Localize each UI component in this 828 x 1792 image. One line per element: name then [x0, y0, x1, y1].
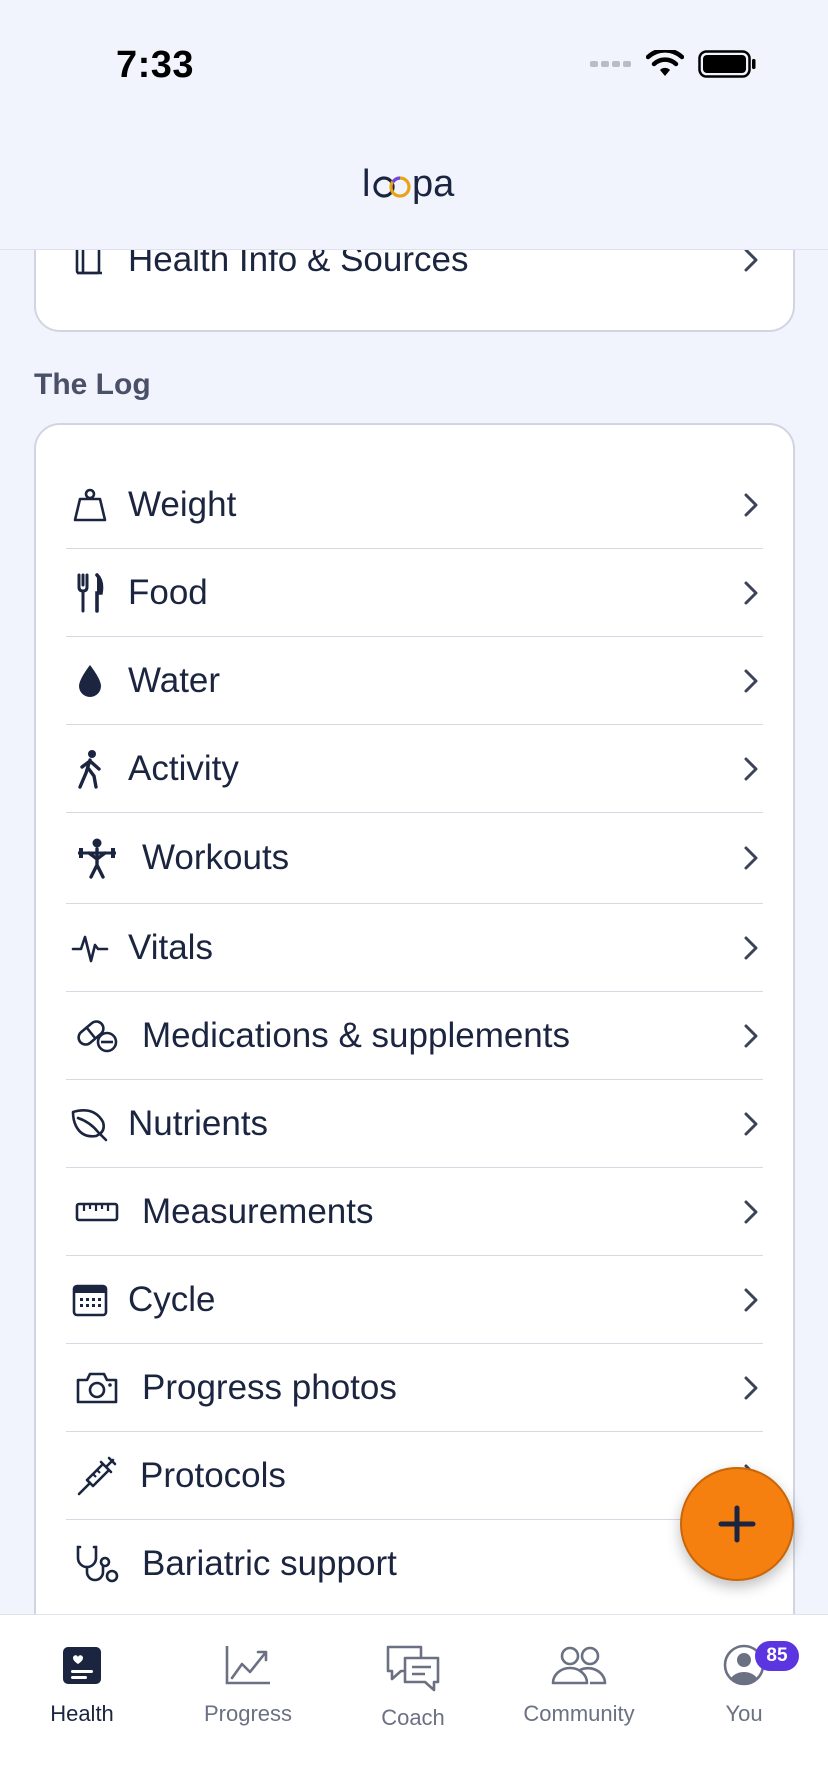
log-item-label: Activity [128, 748, 239, 788]
notification-badge: 85 [755, 1641, 799, 1671]
water-drop-icon [66, 657, 114, 705]
chevron-right-icon [739, 248, 763, 272]
chevron-right-icon [739, 1200, 763, 1224]
tab-label: Coach [381, 1705, 445, 1730]
chevron-right-icon [739, 936, 763, 960]
pulse-icon [66, 924, 114, 972]
chevron-right-icon [739, 757, 763, 781]
weight-icon [66, 481, 114, 529]
log-item-label: Weight [128, 484, 237, 524]
log-item-label: Water [128, 660, 221, 700]
plus-icon [718, 1505, 756, 1543]
chevron-right-icon [739, 669, 763, 693]
log-item-label: Medications & supplements [142, 1015, 570, 1055]
chevron-right-icon [739, 581, 763, 605]
tab-community[interactable]: Community [514, 1637, 644, 1727]
tab-label: Community [523, 1701, 635, 1726]
syringe-icon [66, 1452, 126, 1500]
log-item-label: Food [128, 572, 208, 612]
tab-bar: Health Progress Coach Community 85 You [0, 1614, 828, 1792]
log-item-label: Protocols [140, 1455, 286, 1495]
tab-label: Progress [203, 1701, 293, 1726]
calendar-icon [66, 1276, 114, 1324]
log-card: Weight Food Water Activity Workouts Vita… [34, 423, 795, 1792]
chevron-right-icon [739, 1288, 763, 1312]
chart-icon [224, 1637, 272, 1693]
ruler-icon [66, 1188, 128, 1236]
chat-icon [383, 1641, 443, 1697]
chevron-right-icon [739, 493, 763, 517]
log-item-label: Cycle [128, 1279, 216, 1319]
log-item-label: Measurements [142, 1191, 374, 1231]
log-item-weight[interactable]: Weight [66, 461, 763, 549]
log-item-activity[interactable]: Activity [66, 725, 763, 813]
app-logo: l pa [0, 162, 828, 221]
weightlifter-icon [66, 834, 128, 882]
log-item-bariatric-support[interactable]: Bariatric support [66, 1520, 763, 1608]
svg-text:l: l [362, 163, 370, 205]
log-item-label: Progress photos [142, 1367, 397, 1407]
log-item-vitals[interactable]: Vitals [66, 904, 763, 992]
log-item-progress-photos[interactable]: Progress photos [66, 1344, 763, 1432]
tab-progress[interactable]: Progress [183, 1637, 313, 1727]
leaf-icon [66, 1100, 114, 1148]
tab-label: Health [50, 1701, 114, 1726]
walking-icon [66, 745, 114, 793]
tab-you[interactable]: 85 You [679, 1637, 809, 1727]
log-item-workouts[interactable]: Workouts [66, 813, 763, 904]
log-item-medications[interactable]: Medications & supplements [66, 992, 763, 1080]
people-icon [550, 1637, 608, 1693]
pill-icon [66, 1012, 128, 1060]
svg-text:pa: pa [412, 163, 455, 205]
health-icon [62, 1637, 102, 1693]
chevron-right-icon [739, 1024, 763, 1048]
log-item-label: Bariatric support [142, 1544, 397, 1583]
chevron-right-icon [739, 846, 763, 870]
log-item-measurements[interactable]: Measurements [66, 1168, 763, 1256]
log-item-label: Vitals [128, 927, 213, 967]
tab-coach[interactable]: Coach [348, 1641, 478, 1731]
log-list: Weight Food Water Activity Workouts Vita… [66, 461, 763, 1608]
add-entry-button[interactable] [680, 1467, 794, 1581]
log-item-food[interactable]: Food [66, 549, 763, 637]
log-item-label: Workouts [142, 838, 290, 877]
log-item-water[interactable]: Water [66, 637, 763, 725]
chevron-right-icon [739, 1376, 763, 1400]
fork-knife-icon [66, 569, 114, 617]
app-header: l pa [0, 120, 828, 250]
chevron-right-icon [739, 1112, 763, 1136]
log-item-cycle[interactable]: Cycle [66, 1256, 763, 1344]
tab-label: You [725, 1701, 763, 1726]
log-item-nutrients[interactable]: Nutrients [66, 1080, 763, 1168]
log-item-protocols[interactable]: Protocols [66, 1432, 763, 1520]
camera-icon [66, 1364, 128, 1412]
section-title-the-log: The Log [34, 368, 151, 401]
tab-health[interactable]: Health [17, 1637, 147, 1727]
log-item-label: Nutrients [128, 1103, 269, 1143]
stethoscope-icon [66, 1540, 128, 1588]
